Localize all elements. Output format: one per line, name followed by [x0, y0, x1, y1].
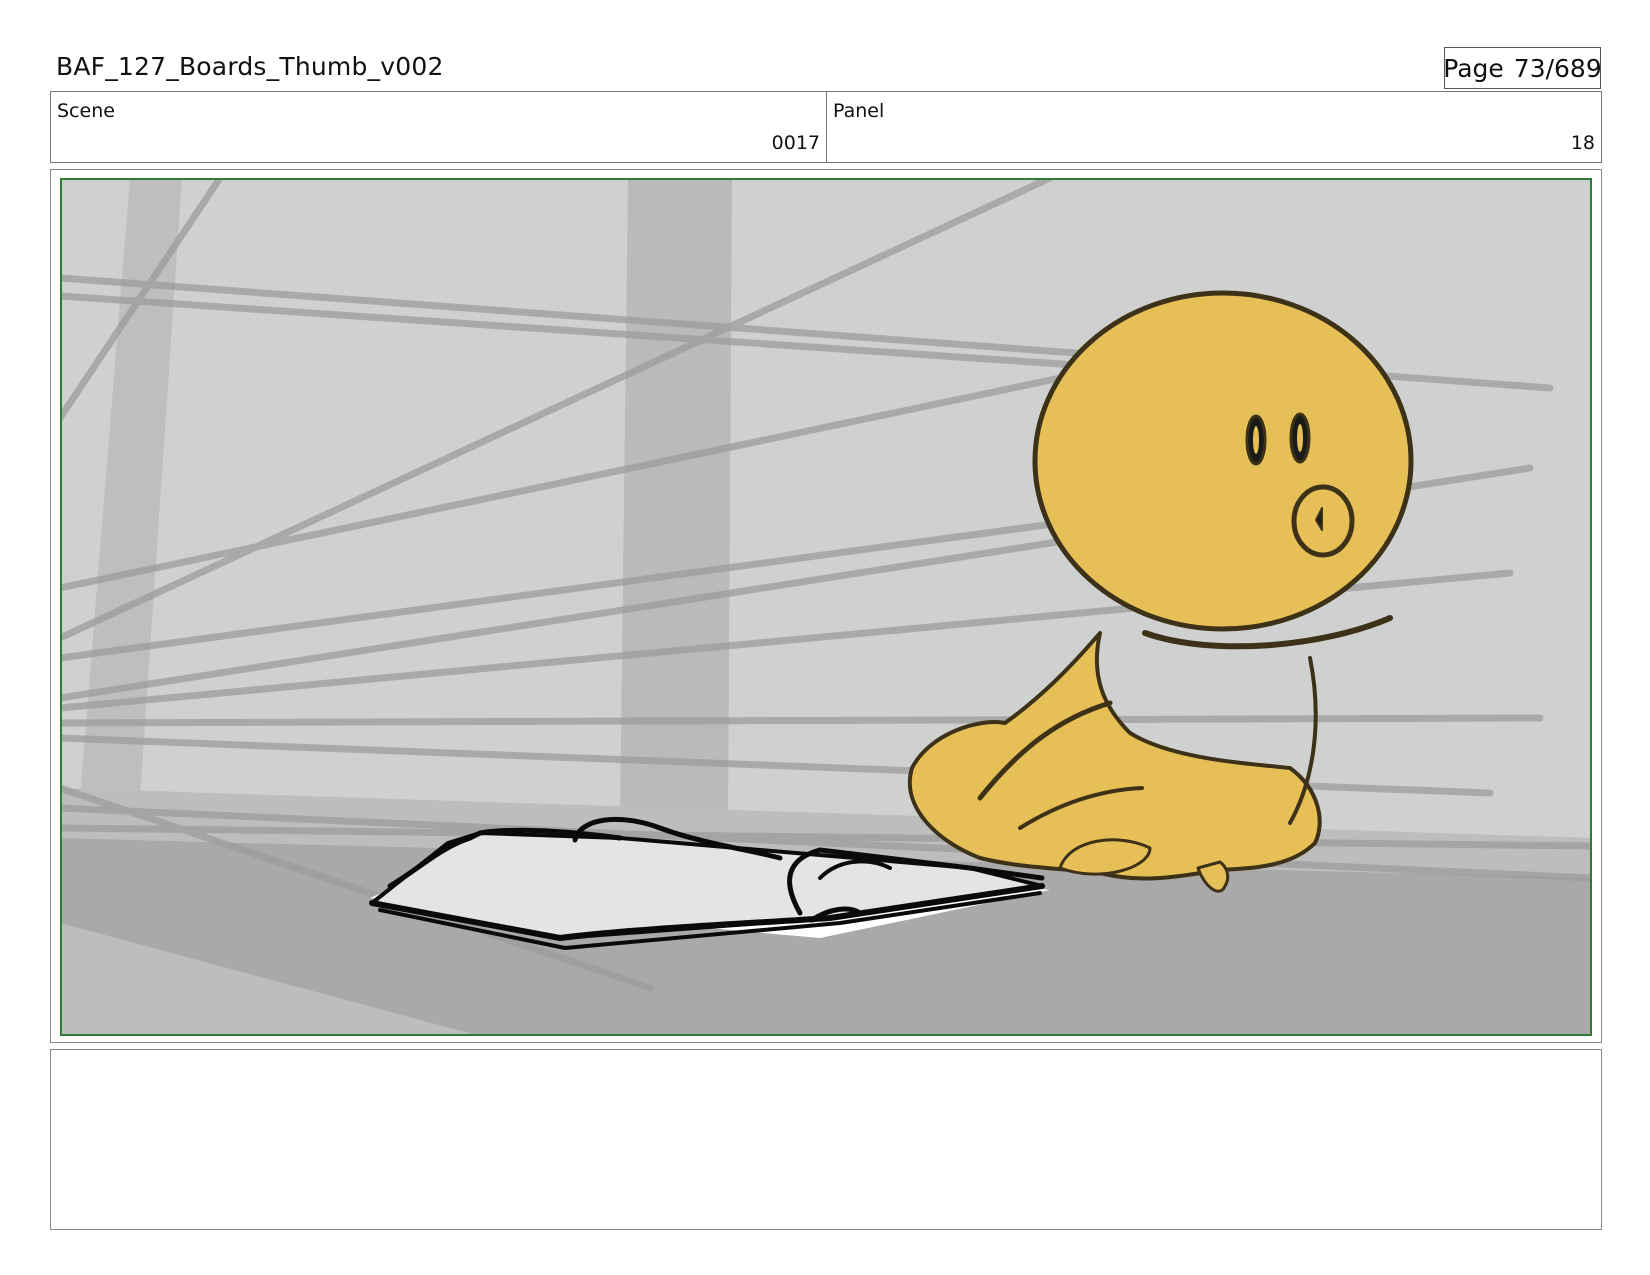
scene-label: Scene	[57, 100, 115, 122]
panel-drawing	[60, 178, 1592, 1036]
scene-number: 0017	[771, 132, 820, 154]
panel-label: Panel	[833, 100, 885, 122]
panel-cell: Panel 18	[827, 92, 1601, 162]
document-title: BAF_127_Boards_Thumb_v002	[56, 52, 444, 81]
page-number: 73/689	[1513, 53, 1602, 83]
page-counter: Page 73/689	[1443, 47, 1602, 89]
storyboard-frame	[50, 169, 1602, 1043]
notes-box	[50, 1049, 1602, 1230]
scene-panel-info: Scene 0017 Panel 18	[50, 91, 1602, 163]
chick-head	[1032, 290, 1414, 632]
scene-cell: Scene 0017	[51, 92, 827, 162]
page-label: Page	[1443, 53, 1504, 83]
panel-number: 18	[1570, 132, 1595, 154]
